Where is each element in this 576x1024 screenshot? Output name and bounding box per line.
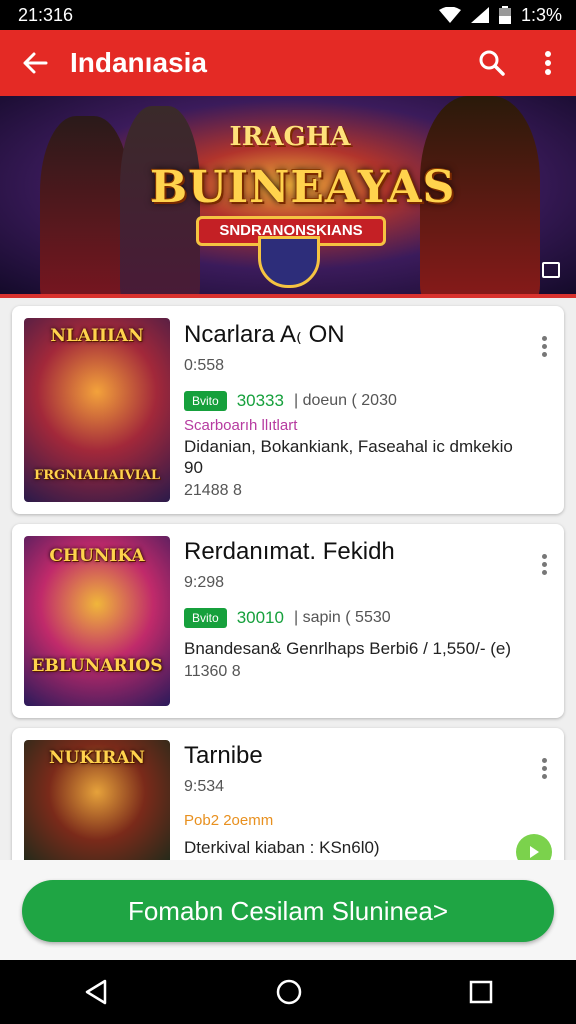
game-meta: 9:298 [184, 574, 225, 591]
game-card[interactable]: NLAIIIAN FRGNIALIAIVIAL Ncarlara A₍ ON 0… [12, 306, 564, 514]
game-meta: 9:534 [184, 778, 225, 795]
card-more-icon[interactable] [536, 758, 552, 779]
play-icon [530, 846, 539, 858]
game-description: Dterkival kiaban : KSn6l0) [184, 838, 380, 857]
arrow-left-icon [23, 52, 48, 74]
more-vert-icon [545, 51, 551, 75]
search-icon [479, 50, 505, 76]
game-title: Rerdanımat. Fekidh [184, 538, 395, 565]
hero-left-figure [40, 116, 130, 294]
game-description: Didanian, Bokankiank, Faseahal ic dmkeki… [184, 437, 513, 477]
overflow-menu-button[interactable] [520, 30, 576, 96]
banner-title: BUINEAYAS [150, 162, 456, 213]
wifi-icon [438, 7, 461, 23]
price-note: | doeun ( 2030 [293, 392, 397, 409]
game-thumbnail: CHUNIKA EBLUNARIOS [24, 536, 170, 706]
game-footer: 11360 8 [184, 663, 241, 680]
game-title: Ncarlara A₍ ON [184, 321, 345, 348]
game-thumbnail: NUKIRAN [24, 740, 170, 870]
card-more-icon[interactable] [536, 336, 552, 357]
battery-icon [498, 6, 511, 24]
nav-home-icon[interactable] [275, 978, 303, 1006]
price: 30333 [236, 391, 284, 410]
expand-icon[interactable] [542, 262, 560, 278]
signal-icon [470, 7, 489, 23]
promo-text: Scarboarıh llıtlart [184, 417, 298, 434]
card-more-icon[interactable] [536, 554, 552, 575]
game-card[interactable]: NUKIRAN Tarnibe 9:534 Pob2 2oemm Dterkiv… [12, 728, 564, 878]
game-thumbnail: NLAIIIAN FRGNIALIAIVIAL [24, 318, 170, 502]
app-bar: Indanıasia [0, 30, 576, 96]
back-button[interactable] [0, 30, 70, 96]
primary-cta-button[interactable]: Fomabn Cesilam Slunineа> [22, 880, 554, 942]
price-note: | sapin ( 5530 [293, 609, 391, 626]
status-time: 21:316 [18, 4, 74, 25]
game-meta: 0:558 [184, 357, 225, 374]
system-nav-bar [0, 960, 576, 1024]
price-tag: Bvito [184, 391, 227, 411]
banner-top-text: IRAGHA [229, 122, 351, 152]
featured-banner[interactable]: IRAGHA BUINEAYAS SNDRANONSKIANS [0, 96, 576, 298]
price: 30010 [236, 608, 284, 627]
status-bar: 21:316 1:3% [0, 0, 576, 30]
battery-percent: 1:3% [520, 4, 562, 25]
game-description: Bnandesan& Genrlhaps Berbi6 / 1,550/- (e… [184, 639, 511, 658]
promo-text: Pob2 2oemm [184, 812, 274, 829]
page-title: Indanıasia [70, 47, 207, 78]
price-tag: Bvito [184, 608, 227, 628]
game-footer: 21488 8 [184, 482, 242, 499]
search-button[interactable] [464, 30, 520, 96]
nav-back-icon[interactable] [83, 978, 109, 1006]
game-card[interactable]: CHUNIKA EBLUNARIOS Rerdanımat. Fekidh 9:… [12, 524, 564, 718]
game-title: Tarnibe [184, 742, 263, 769]
nav-recents-icon[interactable] [469, 980, 493, 1004]
